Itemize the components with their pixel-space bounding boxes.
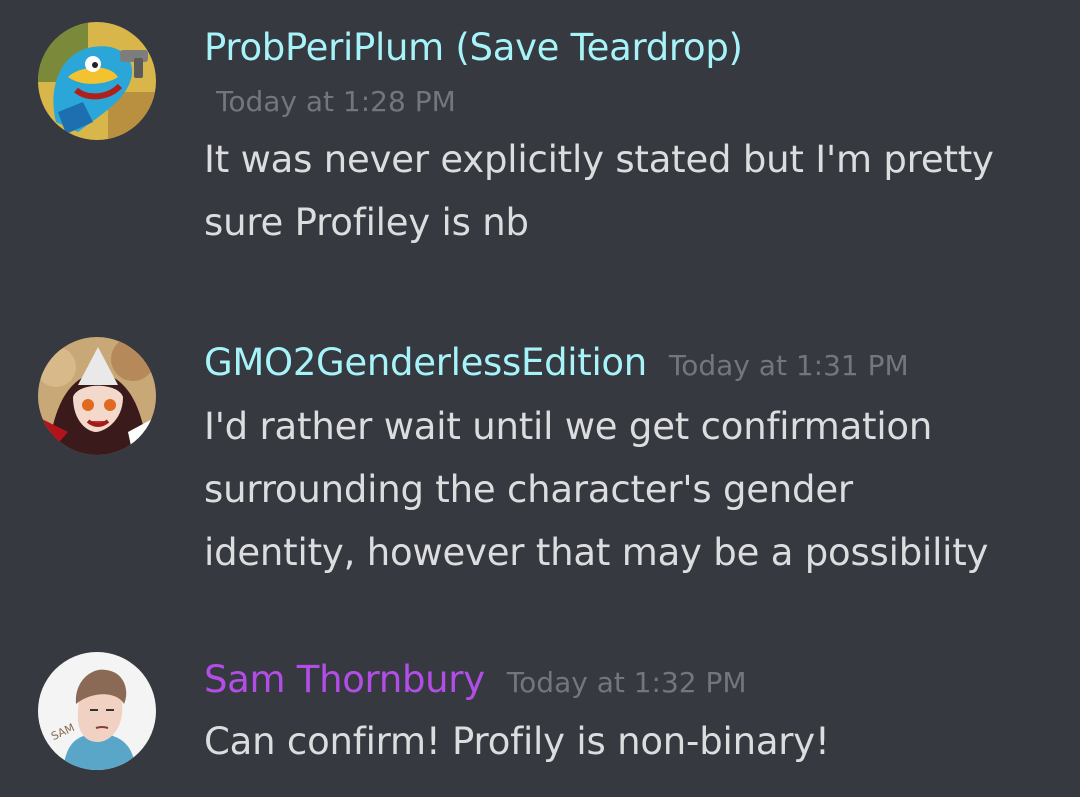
message-line: Can confirm! Profily is non-binary! xyxy=(204,720,830,763)
anime-character-avatar[interactable] xyxy=(38,337,156,455)
message-line: sure Profiley is nb xyxy=(204,201,529,244)
message-line: identity, however that may be a possibil… xyxy=(204,531,989,574)
timestamp: Today at 1:31 PM xyxy=(668,349,909,382)
message-text: It was never explicitly stated but I'm p… xyxy=(204,128,1060,254)
message-text: I'd rather wait until we get confirmatio… xyxy=(204,395,1060,584)
message-line: surrounding the character's gender xyxy=(204,468,853,511)
message-text: Can confirm! Profily is non-binary! xyxy=(204,710,1060,773)
username[interactable]: Sam Thornbury xyxy=(204,658,485,701)
timestamp: Today at 1:28 PM xyxy=(216,85,456,118)
message-line: It was never explicitly stated but I'm p… xyxy=(204,138,994,181)
username[interactable]: ProbPeriPlum (Save Teardrop) xyxy=(204,26,743,69)
timestamp: Today at 1:32 PM xyxy=(506,666,747,699)
chat-messages: ProbPeriPlum (Save Teardrop) Today at 1:… xyxy=(0,0,1080,797)
cartoon-character-with-gun-avatar[interactable] xyxy=(38,22,156,140)
username[interactable]: GMO2GenderlessEdition xyxy=(204,341,647,384)
sam-drawing-avatar[interactable]: SAM xyxy=(38,652,156,770)
message-line: I'd rather wait until we get confirmatio… xyxy=(204,405,933,448)
